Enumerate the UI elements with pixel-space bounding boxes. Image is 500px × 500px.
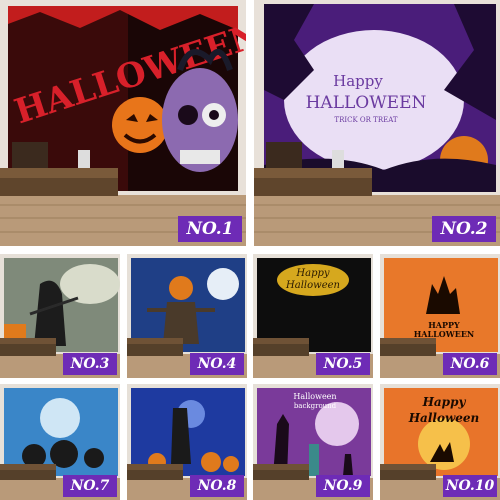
product-number-badge: NO.6: [443, 353, 497, 375]
tapestry-image-1: HALLOWEEN: [0, 0, 246, 246]
product-tile-2[interactable]: Happy HALLOWEEN TRICK OR TREAT NO.2: [254, 0, 500, 246]
tile-2-art-subtitle: TRICK OR TREAT: [334, 116, 397, 124]
tapestry-image-2: Happy HALLOWEEN TRICK OR TREAT: [254, 0, 500, 246]
product-number-badge: NO.8: [190, 475, 244, 497]
product-tile-10[interactable]: Happy Halloween NO.10: [380, 384, 500, 500]
product-tile-1[interactable]: HALLOWEEN NO.1: [0, 0, 246, 246]
tile-9-art-title: Halloween: [293, 392, 336, 401]
tile-10-art-title-2: Halloween: [408, 411, 480, 425]
product-tile-7[interactable]: NO.7: [0, 384, 120, 500]
tile-6-art-title-2: HALLOWEEN: [414, 329, 474, 339]
product-tile-5[interactable]: Happy Halloween NO.5: [253, 254, 373, 378]
product-tile-8[interactable]: NO.8: [127, 384, 247, 500]
tile-5-art-title: Happy: [295, 268, 329, 279]
product-number-badge: NO.10: [443, 475, 497, 497]
product-tile-6[interactable]: HAPPY HALLOWEEN NO.6: [380, 254, 500, 378]
product-tile-9[interactable]: Halloween background NO.9: [253, 384, 373, 500]
product-number-badge: NO.3: [63, 353, 117, 375]
product-number-badge: NO.2: [432, 216, 496, 242]
product-number-badge: NO.5: [316, 353, 370, 375]
product-number-badge: NO.9: [316, 475, 370, 497]
product-number-badge: NO.7: [63, 475, 117, 497]
product-number-badge: NO.1: [178, 216, 242, 242]
tile-2-art-title-2: HALLOWEEN: [306, 93, 427, 113]
tile-5-art-title-2: Halloween: [285, 280, 340, 291]
tile-10-art-title: Happy: [422, 395, 467, 409]
product-tile-4[interactable]: NO.4: [127, 254, 247, 378]
product-number-badge: NO.4: [190, 353, 244, 375]
tile-9-art-title-2: background: [294, 402, 337, 410]
tile-2-art-title: Happy: [333, 72, 383, 90]
product-tile-3[interactable]: NO.3: [0, 254, 120, 378]
